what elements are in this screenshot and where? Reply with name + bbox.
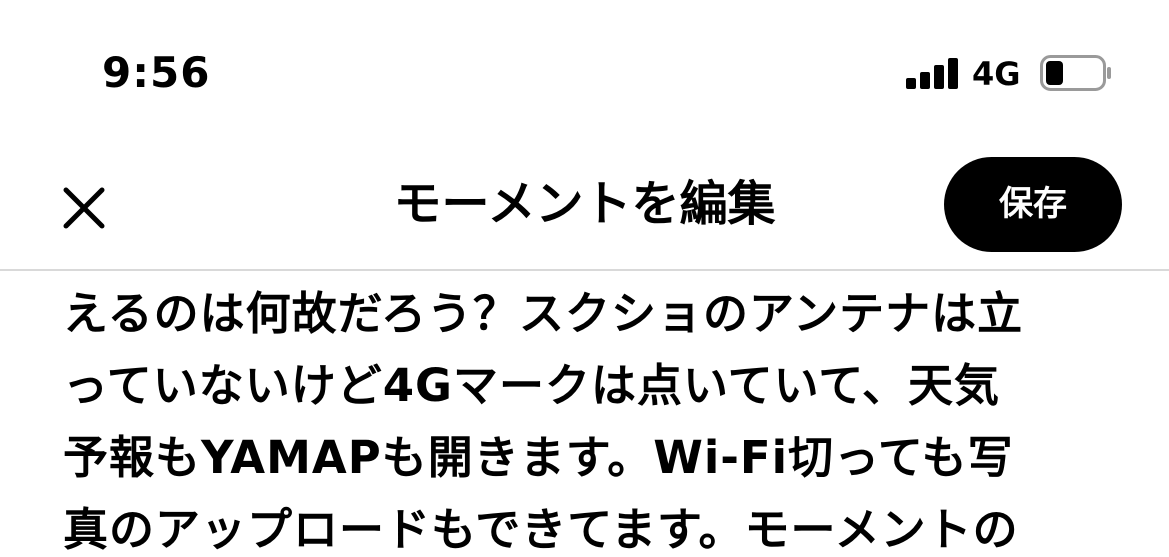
battery-icon	[1040, 55, 1112, 91]
moment-text-editor[interactable]: えるのは何故だろう？スクショのアンテナは立 っていないけど4Gマークは点いていて…	[63, 278, 1113, 557]
network-type-label: 4G	[972, 55, 1021, 93]
save-button[interactable]: 保存	[944, 157, 1122, 252]
status-bar: 9:56 4G	[0, 0, 1169, 140]
header-bar: モーメントを編集 保存	[0, 140, 1169, 271]
status-time: 9:56	[102, 48, 211, 97]
cellular-signal-icon	[906, 57, 960, 89]
